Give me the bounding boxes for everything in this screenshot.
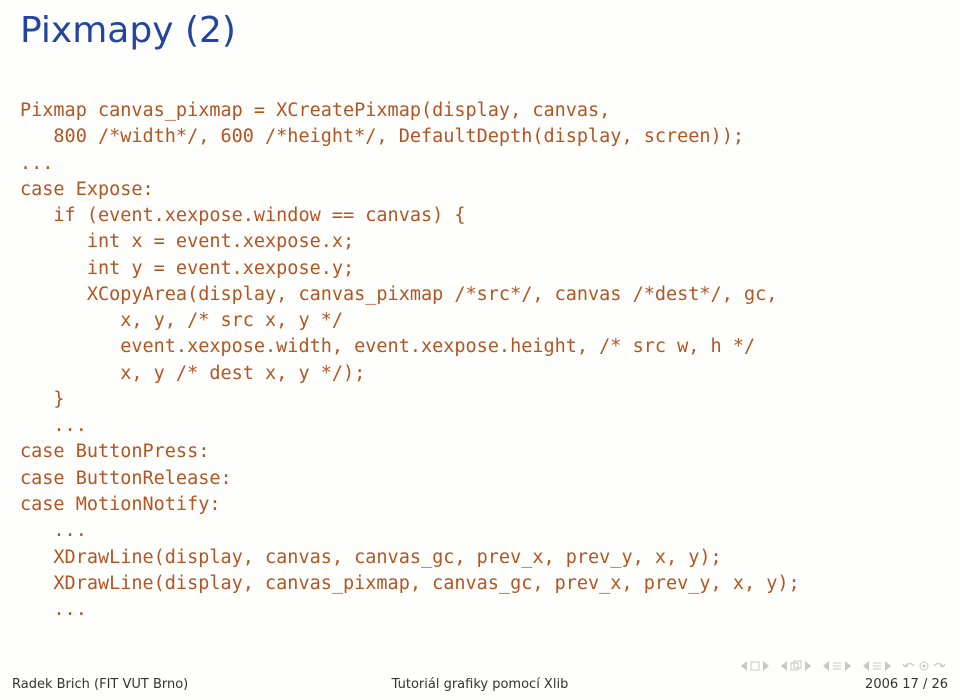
square-icon [750,661,760,671]
footer-author: Radek Brich (FIT VUT Brno) [12,677,324,692]
footer: Radek Brich (FIT VUT Brno) Tutoriál graf… [0,672,960,700]
slide: Pixmapy (2) Pixmap canvas_pixmap = XCrea… [0,0,960,700]
nav-first-group[interactable] [740,661,770,671]
slide-title: Pixmapy (2) [20,10,236,51]
triangle-right-icon [762,661,770,671]
nav-frame-group[interactable] [862,661,892,671]
triangle-left-icon [862,661,870,671]
triangle-left-icon [780,661,788,671]
triangle-right-icon [884,661,892,671]
target-icon [918,660,930,672]
undo-icon [902,660,916,672]
redo-icon [932,660,946,672]
triangle-right-icon [844,661,852,671]
nav-subsection-group[interactable] [822,661,852,671]
footer-page: 2006 17 / 26 [636,677,948,692]
triangle-left-icon [822,661,830,671]
nav-controls [740,660,946,672]
nav-section-group[interactable] [780,660,812,672]
double-square-icon [790,660,802,672]
bars-icon [872,661,882,671]
triangle-right-icon [804,661,812,671]
footer-title: Tutoriál grafiky pomocí Xlib [324,677,636,692]
nav-back-forward-group[interactable] [902,660,946,672]
bars-icon [832,661,842,671]
code-block: Pixmap canvas_pixmap = XCreatePixmap(dis… [20,98,940,623]
triangle-left-icon [740,661,748,671]
